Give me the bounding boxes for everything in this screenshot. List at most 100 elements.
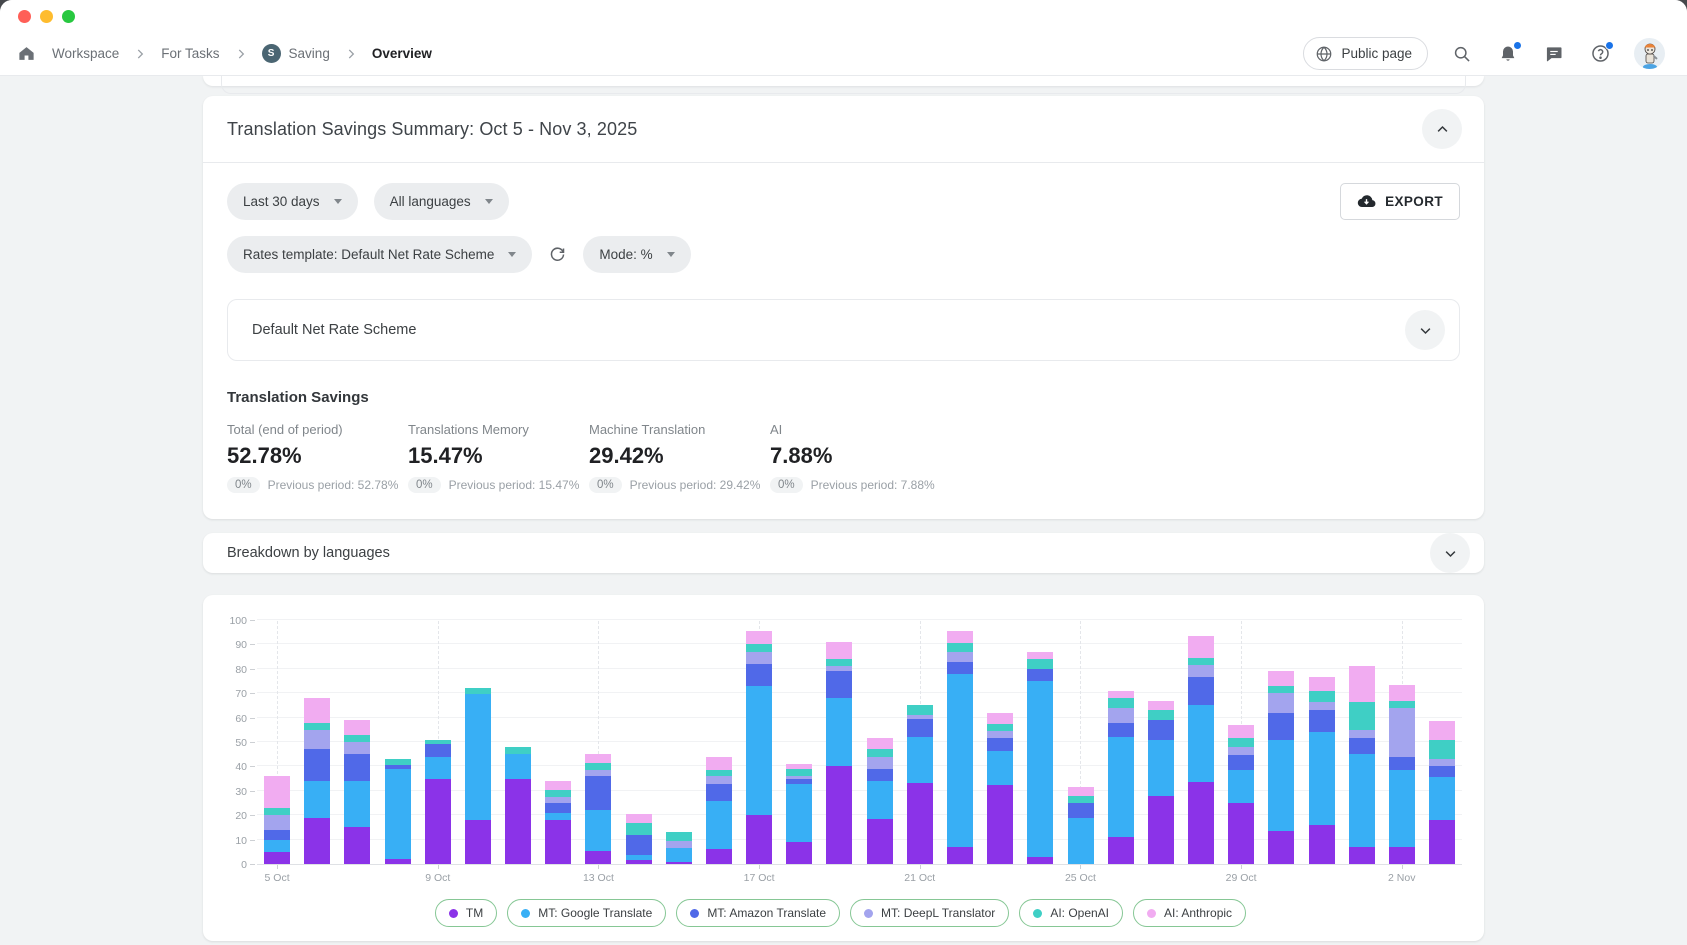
bar-segment[interactable] <box>344 754 370 781</box>
bar-segment[interactable] <box>706 757 732 770</box>
bar-segment[interactable] <box>304 730 330 750</box>
bar-segment[interactable] <box>666 848 692 861</box>
bar-segment[interactable] <box>385 859 411 864</box>
bar-segment[interactable] <box>626 835 652 856</box>
bar-segment[interactable] <box>1108 723 1134 738</box>
stacked-bar-14-oct[interactable] <box>626 814 652 864</box>
help-icon[interactable] <box>1588 42 1612 66</box>
bar-segment[interactable] <box>505 747 531 754</box>
bar-segment[interactable] <box>626 823 652 835</box>
bar-segment[interactable] <box>626 814 652 823</box>
bar-segment[interactable] <box>1148 796 1174 864</box>
stacked-bar-25-oct[interactable] <box>1068 787 1094 864</box>
bar-segment[interactable] <box>987 713 1013 724</box>
bar-segment[interactable] <box>867 769 893 781</box>
legend-item-ai-openai[interactable]: AI: OpenAI <box>1019 899 1123 927</box>
bar-segment[interactable] <box>826 698 852 766</box>
bar-segment[interactable] <box>264 808 290 815</box>
bar-segment[interactable] <box>545 803 571 813</box>
export-button[interactable]: EXPORT <box>1340 183 1460 220</box>
bar-segment[interactable] <box>1228 725 1254 738</box>
bar-segment[interactable] <box>987 724 1013 731</box>
bar-segment[interactable] <box>585 754 611 763</box>
bar-segment[interactable] <box>626 860 652 864</box>
bar-segment[interactable] <box>706 801 732 850</box>
breadcrumb-for-tasks[interactable]: For Tasks <box>161 46 219 61</box>
bar-segment[interactable] <box>1389 701 1415 708</box>
bar-segment[interactable] <box>1188 677 1214 705</box>
bar-segment[interactable] <box>344 742 370 754</box>
stacked-bar-22-oct[interactable] <box>947 631 973 864</box>
bar-segment[interactable] <box>907 719 933 737</box>
bar-segment[interactable] <box>987 785 1013 864</box>
zoom-window-button[interactable] <box>62 10 75 23</box>
bar-segment[interactable] <box>867 819 893 864</box>
breadcrumb-saving[interactable]: S Saving <box>262 44 330 63</box>
bar-segment[interactable] <box>1068 803 1094 818</box>
legend-item-tm[interactable]: TM <box>435 899 497 927</box>
bar-segment[interactable] <box>706 776 732 783</box>
bar-segment[interactable] <box>545 813 571 820</box>
bar-segment[interactable] <box>1309 732 1335 825</box>
bar-segment[interactable] <box>1027 669 1053 681</box>
bar-segment[interactable] <box>1268 671 1294 686</box>
stacked-bar-10-oct[interactable] <box>465 688 491 864</box>
stacked-bar-8-oct[interactable] <box>385 759 411 864</box>
bar-segment[interactable] <box>304 698 330 722</box>
stacked-bar-9-oct[interactable] <box>425 740 451 864</box>
bar-segment[interactable] <box>1309 677 1335 690</box>
bar-segment[interactable] <box>947 631 973 643</box>
stacked-bar-24-oct[interactable] <box>1027 652 1053 864</box>
date-range-dropdown[interactable]: Last 30 days <box>227 183 358 220</box>
bar-segment[interactable] <box>1228 738 1254 747</box>
bar-segment[interactable] <box>746 652 772 664</box>
bar-segment[interactable] <box>786 769 812 776</box>
rates-template-dropdown[interactable]: Rates template: Default Net Rate Scheme <box>227 236 532 273</box>
stacked-bar-7-oct[interactable] <box>344 720 370 864</box>
bar-segment[interactable] <box>1068 787 1094 796</box>
bar-segment[interactable] <box>867 738 893 749</box>
bar-segment[interactable] <box>505 779 531 864</box>
bar-segment[interactable] <box>1309 691 1335 702</box>
bar-segment[interactable] <box>545 820 571 864</box>
bar-segment[interactable] <box>1268 686 1294 693</box>
stacked-bar-2-nov[interactable] <box>1389 685 1415 864</box>
home-icon[interactable] <box>14 42 38 66</box>
bar-segment[interactable] <box>826 766 852 864</box>
stacked-bar-21-oct[interactable] <box>907 705 933 864</box>
bar-segment[interactable] <box>1188 665 1214 677</box>
bar-segment[interactable] <box>1268 693 1294 713</box>
stacked-bar-29-oct[interactable] <box>1228 725 1254 864</box>
bar-segment[interactable] <box>907 783 933 864</box>
bar-segment[interactable] <box>1188 658 1214 665</box>
bar-segment[interactable] <box>425 779 451 864</box>
stacked-bar-27-oct[interactable] <box>1148 701 1174 864</box>
bar-segment[interactable] <box>304 749 330 781</box>
bar-segment[interactable] <box>706 849 732 864</box>
bar-segment[interactable] <box>867 781 893 819</box>
bar-segment[interactable] <box>344 781 370 827</box>
bar-segment[interactable] <box>1429 820 1455 864</box>
bar-segment[interactable] <box>1188 782 1214 864</box>
public-page-button[interactable]: Public page <box>1303 37 1428 70</box>
bar-segment[interactable] <box>1068 796 1094 803</box>
bar-segment[interactable] <box>425 757 451 779</box>
bar-segment[interactable] <box>1349 738 1375 754</box>
bar-segment[interactable] <box>1309 702 1335 711</box>
bar-segment[interactable] <box>545 781 571 790</box>
bar-segment[interactable] <box>1228 770 1254 803</box>
close-window-button[interactable] <box>18 10 31 23</box>
bar-segment[interactable] <box>1349 666 1375 701</box>
bar-segment[interactable] <box>344 735 370 742</box>
bar-segment[interactable] <box>264 815 290 830</box>
bar-segment[interactable] <box>826 642 852 659</box>
bar-segment[interactable] <box>1349 754 1375 847</box>
bar-segment[interactable] <box>1429 721 1455 739</box>
bar-segment[interactable] <box>1188 636 1214 658</box>
bar-segment[interactable] <box>1429 759 1455 766</box>
bar-segment[interactable] <box>1148 701 1174 711</box>
expand-rate-scheme-button[interactable] <box>1405 310 1445 350</box>
bar-segment[interactable] <box>947 662 973 674</box>
bar-segment[interactable] <box>826 659 852 666</box>
languages-dropdown[interactable]: All languages <box>374 183 509 220</box>
